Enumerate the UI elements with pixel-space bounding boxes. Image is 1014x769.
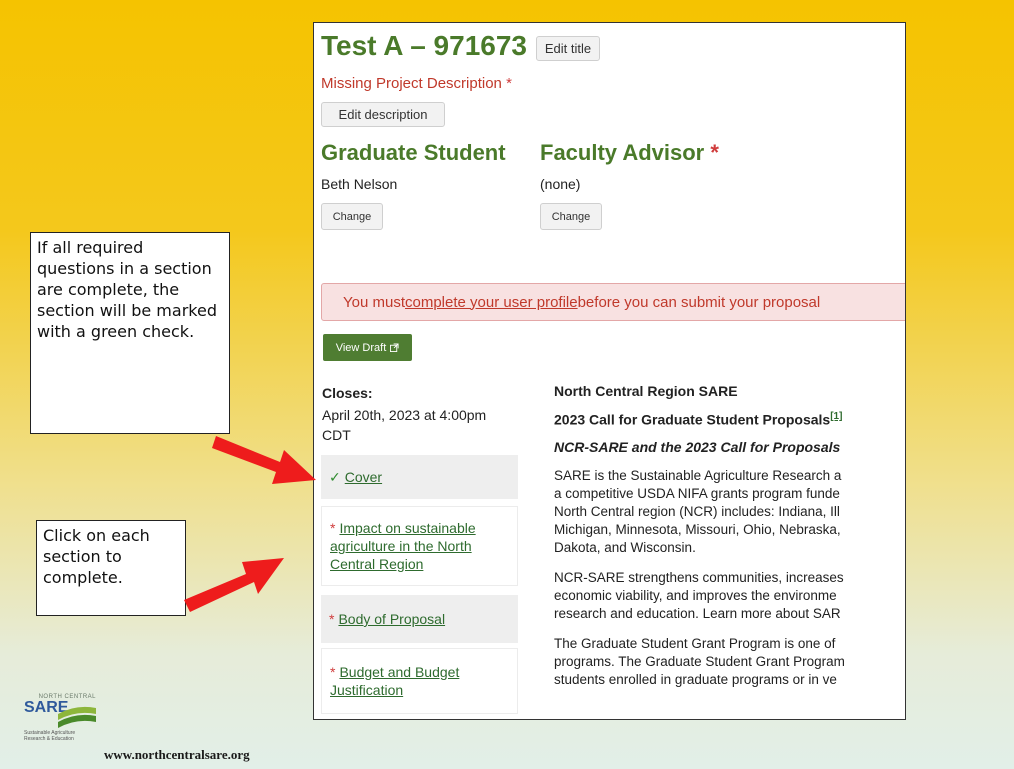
closes-label: Closes: (322, 385, 373, 401)
required-star: * (330, 520, 336, 536)
graduate-student-heading: Graduate Student (321, 140, 506, 165)
region-title: North Central Region SARE (554, 383, 738, 399)
section-item-budget-text: * Budget and Budget Justification (330, 663, 510, 699)
missing-description-text: Missing Project Description (321, 75, 502, 92)
paragraph-line: a competitive USDA NIFA grants program f… (554, 485, 840, 501)
closes-date: April 20th, 2023 at 4:00pm CDT (322, 407, 487, 443)
paragraph-line: North Central region (NCR) includes: Ind… (554, 503, 840, 519)
view-draft-button[interactable]: View Draft (323, 334, 412, 361)
logo-tagline-line: Research & Education (24, 736, 74, 742)
call-description: North Central Region SARE 2023 Call for … (554, 383, 905, 689)
change-faculty-advisor-button[interactable]: Change (540, 203, 602, 230)
paragraph-line: Dakota, and Wisconsin. (554, 539, 696, 555)
farm-fields-icon (58, 706, 96, 728)
section-item-impact[interactable]: * Impact on sustainable agriculture in th… (321, 506, 518, 586)
proposal-screenshot: Test A – 971673 Edit title Missing Proje… (313, 22, 906, 720)
edit-title-button[interactable]: Edit title (536, 36, 600, 61)
green-check-callout: If all required questions in a section a… (30, 232, 230, 434)
faculty-advisor-name: (none) (540, 176, 581, 192)
red-arrow-to-cover (212, 436, 316, 484)
complete-profile-link[interactable]: complete your user profile (405, 294, 578, 311)
alert-suffix: before you can submit your proposal (577, 293, 821, 311)
required-star: * (710, 140, 719, 165)
call-title: 2023 Call for Graduate Student Proposals… (554, 411, 905, 428)
faculty-advisor-label: Faculty Advisor (540, 140, 705, 165)
click-section-callout: Click on each section to complete. (36, 520, 186, 616)
call-subheading: NCR-SARE and the 2023 Call for Proposals (554, 438, 841, 455)
section-link-cover[interactable]: Cover (345, 468, 382, 486)
footer-website-url: www.northcentralsare.org (104, 747, 250, 762)
paragraph-line: research and education. Learn more about… (554, 605, 841, 621)
required-star: * (330, 664, 336, 680)
view-draft-label: View Draft (335, 341, 387, 354)
alert-prefix: You must (343, 293, 405, 311)
footnote-link[interactable]: [1] (830, 411, 842, 422)
missing-description-warning: Missing Project Description * (321, 75, 512, 92)
red-arrow-to-sections (184, 558, 284, 612)
profile-incomplete-alert: You must complete your user profile befo… (321, 283, 905, 321)
graduate-student-name: Beth Nelson (321, 176, 398, 192)
external-link-icon (390, 343, 399, 352)
section-item-body[interactable]: * Body of Proposal (321, 595, 518, 643)
green-check-icon: ✓ (329, 469, 341, 485)
paragraph-line: economic viability, and improves the env… (554, 587, 837, 603)
faculty-advisor-heading: Faculty Advisor * (540, 140, 719, 166)
description-paragraph-3: The Graduate Student Grant Program is on… (554, 635, 905, 689)
paragraph-line: The Graduate Student Grant Program is on… (554, 635, 836, 651)
project-title: Test A – 971673 (321, 30, 527, 61)
required-star: * (329, 611, 335, 627)
section-link-impact[interactable]: Impact on sustainable agriculture in the… (330, 520, 476, 572)
paragraph-line: students enrolled in graduate programs o… (554, 671, 837, 687)
edit-description-button[interactable]: Edit description (321, 102, 445, 127)
call-title-text: 2023 Call for Graduate Student Proposals (554, 411, 831, 428)
description-paragraph-1: SARE is the Sustainable Agriculture Rese… (554, 467, 905, 557)
logo-tagline: Sustainable Agriculture Research & Educa… (24, 730, 96, 742)
section-link-body[interactable]: Body of Proposal (338, 610, 445, 628)
section-item-impact-text: * Impact on sustainable agriculture in th… (330, 519, 510, 573)
paragraph-line: SARE is the Sustainable Agriculture Rese… (554, 467, 842, 483)
change-graduate-student-button[interactable]: Change (321, 203, 383, 230)
section-link-budget[interactable]: Budget and Budget Justification (330, 664, 459, 698)
section-item-budget[interactable]: * Budget and Budget Justification (321, 648, 518, 714)
paragraph-line: Michigan, Minnesota, Missouri, Ohio, Neb… (554, 521, 841, 537)
section-item-cover[interactable]: ✓ Cover (321, 455, 518, 499)
sare-logo: NORTH CENTRAL SARE Sustainable Agricultu… (24, 694, 96, 758)
required-star: * (506, 75, 512, 92)
description-paragraph-2: NCR-SARE strengthens communities, increa… (554, 569, 905, 623)
paragraph-line: NCR-SARE strengthens communities, increa… (554, 569, 844, 585)
paragraph-line: programs. The Graduate Student Grant Pro… (554, 653, 845, 669)
